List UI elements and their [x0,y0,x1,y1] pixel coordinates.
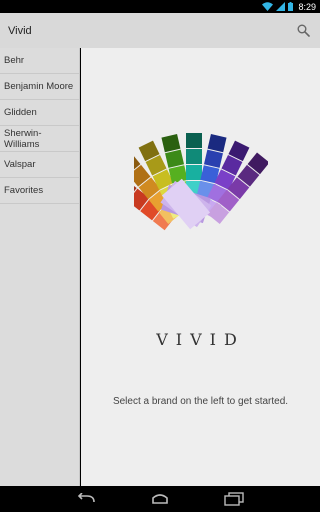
sidebar-item-sherwin-williams[interactable]: Sherwin-Williams [0,126,79,152]
recents-button[interactable] [222,491,246,507]
sidebar-item-favorites[interactable]: Favorites [0,178,79,204]
back-button[interactable] [74,491,98,507]
signal-icon [276,2,286,11]
main-content: VIVID Select a brand on the left to get … [81,48,320,486]
sidebar-item-valspar[interactable]: Valspar [0,152,79,178]
recents-icon [224,492,244,506]
brand-sidebar: Behr Benjamin Moore Glidden Sherwin-Will… [0,48,80,486]
sidebar-item-label: Valspar [4,159,36,170]
sidebar-item-behr[interactable]: Behr [0,48,79,74]
action-bar: Vivid [0,13,320,48]
vivid-logo-icon [134,133,268,231]
navigation-bar [0,486,320,512]
back-icon [77,493,95,503]
sidebar-item-label: Favorites [4,185,44,196]
battery-icon [288,2,294,11]
sidebar-item-label: Sherwin-Williams [4,127,42,150]
home-button[interactable] [148,491,172,507]
sidebar-item-benjamin-moore[interactable]: Benjamin Moore [0,74,79,100]
get-started-prompt: Select a brand on the left to get starte… [112,396,289,407]
sidebar-item-glidden[interactable]: Glidden [0,100,79,126]
status-time: 8:29 [298,1,316,12]
app-title: Vivid [8,24,32,37]
sidebar-item-label: Benjamin Moore [4,81,74,92]
status-bar: 8:29 [0,0,320,13]
search-button[interactable] [293,21,313,41]
sidebar-item-label: Behr [4,55,25,66]
brand-wordmark: VIVID [156,330,245,349]
sidebar-item-label: Glidden [4,107,37,118]
wifi-icon [262,2,274,11]
home-icon [152,494,168,504]
search-icon [297,24,310,37]
